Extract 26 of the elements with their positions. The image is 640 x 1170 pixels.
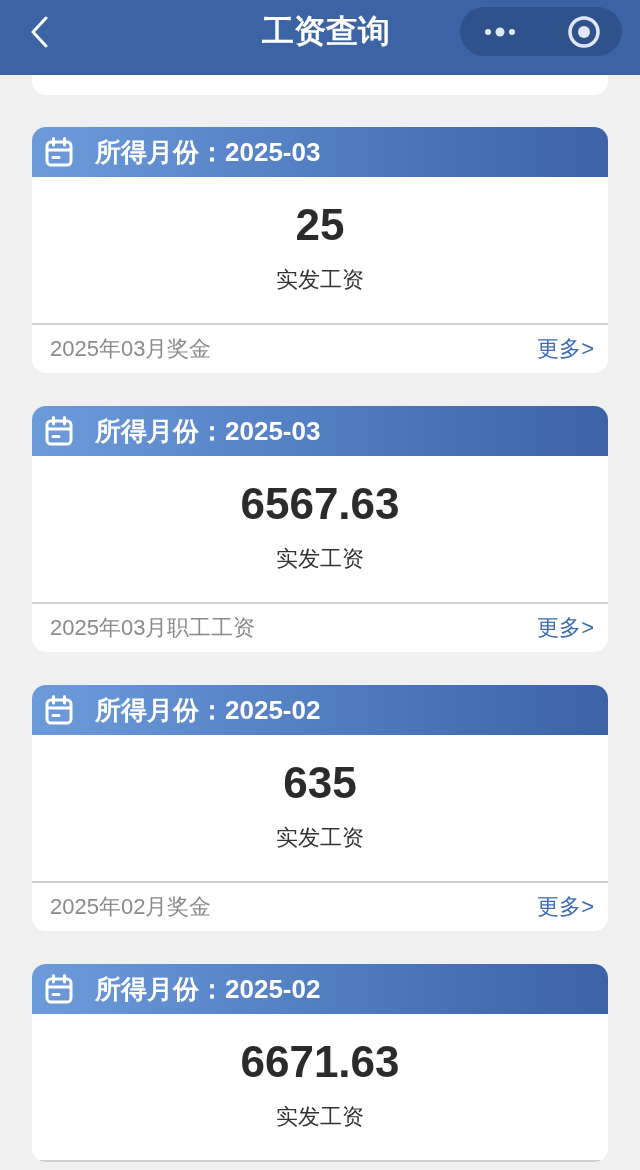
amount-value: 6671.63 <box>240 1040 400 1084</box>
calendar-icon <box>45 137 73 167</box>
month-title: 所得月份：2025-02 <box>95 695 321 725</box>
month-title: 所得月份：2025-03 <box>95 416 321 446</box>
calendar-icon <box>45 974 73 1004</box>
amount-value: 25 <box>295 203 345 247</box>
amount-label: 实发工资 <box>276 825 364 852</box>
record-title: 2025年03月奖金 <box>50 335 212 363</box>
amount-value: 635 <box>283 761 357 805</box>
record-title: 2025年02月奖金 <box>50 893 212 921</box>
more-link[interactable]: 更多> <box>537 614 594 642</box>
back-icon[interactable] <box>30 15 48 48</box>
month-title: 所得月份：2025-03 <box>95 137 321 167</box>
more-icon[interactable] <box>484 26 516 37</box>
page-title: 工资查询 <box>262 13 390 50</box>
more-link[interactable]: 更多> <box>537 893 594 921</box>
calendar-icon <box>45 416 73 446</box>
amount-label: 实发工资 <box>276 1104 364 1131</box>
circle-dot-icon[interactable] <box>568 15 600 48</box>
calendar-icon <box>45 695 73 725</box>
amount-label: 实发工资 <box>276 267 364 294</box>
record-title: 2025年03月职工工资 <box>50 614 256 642</box>
month-title: 所得月份：2025-02 <box>95 974 321 1004</box>
amount-label: 实发工资 <box>276 546 364 573</box>
amount-value: 6567.63 <box>240 482 400 526</box>
more-link[interactable]: 更多> <box>537 335 594 363</box>
